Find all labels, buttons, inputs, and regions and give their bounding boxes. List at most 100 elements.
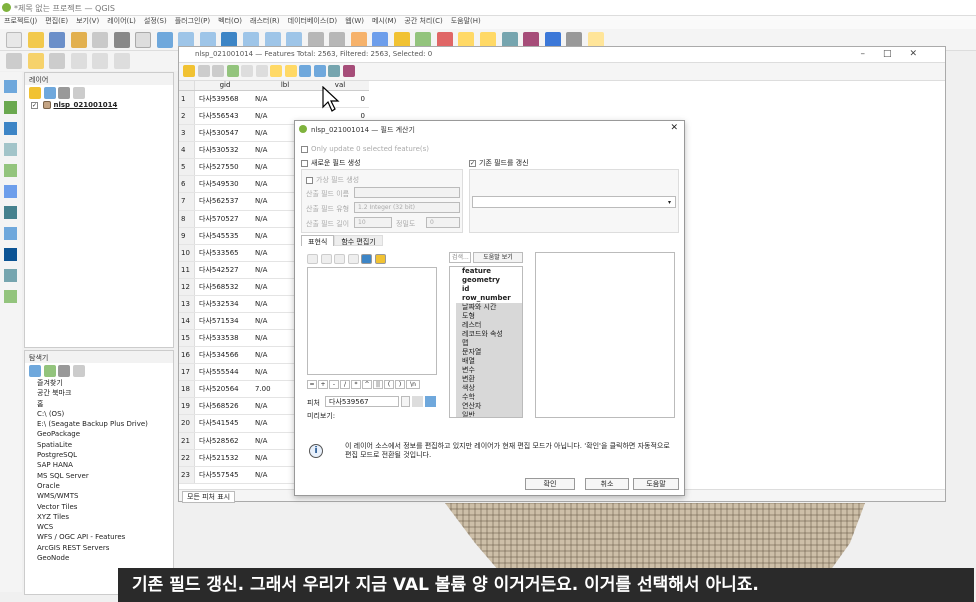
cell-gid[interactable]: 다사539568: [195, 91, 251, 107]
operator-divide-button[interactable]: /: [340, 380, 350, 389]
operator-open-paren-button[interactable]: (: [384, 380, 394, 389]
cell-gid[interactable]: 다사568532: [195, 279, 251, 295]
select-expression-icon[interactable]: [270, 65, 283, 77]
output-name-input[interactable]: [354, 187, 460, 198]
browser-item-arcgis[interactable]: ArcGIS REST Servers: [25, 543, 173, 553]
cell-gid[interactable]: 다사545535: [195, 228, 251, 244]
browser-item-wfs[interactable]: WFS / OGC API - Features: [25, 532, 173, 542]
previous-feature-button[interactable]: [412, 396, 423, 407]
filter-legend-icon[interactable]: [58, 87, 71, 99]
only-update-selected-checkbox[interactable]: [301, 145, 308, 153]
new-layer-icon[interactable]: [4, 290, 17, 303]
column-header[interactable]: gid: [195, 81, 251, 90]
cell-gid[interactable]: 다사520564: [195, 381, 251, 397]
function-group[interactable]: 수학: [456, 393, 522, 402]
row-number[interactable]: 19: [179, 398, 195, 415]
row-number[interactable]: 1: [179, 91, 195, 108]
browser-item-drive-e[interactable]: E:\ (Seagate Backup Plus Drive): [25, 419, 173, 429]
tab-expression[interactable]: 표현식: [301, 235, 335, 246]
close-dialog-button[interactable]: ✕: [670, 123, 678, 133]
pan-to-selection-icon[interactable]: [156, 32, 173, 48]
add-wfs-icon[interactable]: [4, 227, 17, 240]
add-delimited-text-icon[interactable]: [4, 143, 17, 156]
cell-gid[interactable]: 다사532534: [195, 296, 251, 312]
vertex-tool-icon[interactable]: [92, 53, 109, 69]
operator-equals-button[interactable]: =: [307, 380, 317, 389]
cell-gid[interactable]: 다사570527: [195, 211, 251, 227]
function-group[interactable]: 일반: [456, 411, 522, 417]
filter-browser-icon[interactable]: [58, 365, 71, 377]
function-group[interactable]: 변환: [456, 375, 522, 384]
row-number[interactable]: 3: [179, 125, 195, 142]
cell-gid[interactable]: 다사530547: [195, 125, 251, 141]
add-spatialite-icon[interactable]: [4, 164, 17, 177]
cell-gid[interactable]: 다사568526: [195, 398, 251, 414]
print-layout-icon[interactable]: [92, 32, 109, 48]
operator-power-button[interactable]: ^: [362, 380, 372, 389]
browser-item-wcs[interactable]: WCS: [25, 522, 173, 532]
browser-item-home[interactable]: 홈: [25, 399, 173, 409]
row-number[interactable]: 4: [179, 142, 195, 159]
row-number[interactable]: 7: [179, 193, 195, 210]
map-canvas-features[interactable]: [445, 503, 865, 578]
row-number[interactable]: 17: [179, 364, 195, 381]
row-number[interactable]: 21: [179, 432, 195, 449]
layer-visibility-checkbox[interactable]: ✓: [31, 101, 38, 109]
add-feature-icon[interactable]: [70, 53, 87, 69]
virtual-field-checkbox[interactable]: [306, 176, 313, 184]
function-item[interactable]: geometry: [450, 276, 522, 285]
row-number[interactable]: 15: [179, 330, 195, 347]
function-group[interactable]: 연산자: [456, 402, 522, 411]
operator-newline-button[interactable]: \n: [406, 380, 420, 389]
select-all-icon[interactable]: [284, 65, 297, 77]
open-project-icon[interactable]: [27, 32, 44, 48]
operator-plus-button[interactable]: +: [318, 380, 328, 389]
browser-item-xyz-tiles[interactable]: XYZ Tiles: [25, 512, 173, 522]
browser-item-spatialite[interactable]: SpatiaLite: [25, 440, 173, 450]
load-expression-icon[interactable]: [320, 254, 332, 264]
browser-item-favorites[interactable]: 즐겨찾기: [25, 378, 173, 388]
row-number[interactable]: 23: [179, 466, 195, 483]
operator-concat-button[interactable]: ||: [373, 380, 383, 389]
row-number[interactable]: 13: [179, 295, 195, 313]
function-group[interactable]: 레코드와 속성: [456, 330, 522, 339]
browser-item-bookmarks[interactable]: 공간 북마크: [25, 388, 173, 398]
add-xyz-icon[interactable]: [4, 269, 17, 282]
precision-spinbox[interactable]: 0: [426, 217, 460, 228]
add-selected-icon[interactable]: [29, 365, 41, 377]
output-type-select[interactable]: 1.2 Integer (32 bit): [354, 202, 460, 213]
add-wcs-icon[interactable]: [4, 248, 17, 261]
row-number[interactable]: 20: [179, 415, 195, 432]
row-number[interactable]: 22: [179, 449, 195, 466]
function-item[interactable]: id: [450, 285, 522, 294]
clear-expression-icon[interactable]: [307, 254, 318, 264]
row-number[interactable]: 14: [179, 313, 195, 330]
edit-expression-icon[interactable]: [334, 254, 346, 264]
reload-table-icon[interactable]: [226, 65, 239, 77]
row-number[interactable]: 2: [179, 108, 195, 125]
cell-gid[interactable]: 다사533538: [195, 330, 251, 346]
function-list[interactable]: feature geometry id row_number 날짜와 시간 도형 레스터 레코…: [449, 266, 523, 418]
add-wms-icon[interactable]: [4, 206, 17, 219]
menu-item[interactable]: 프로젝트(J): [4, 17, 37, 25]
expression-editor[interactable]: [307, 267, 437, 375]
row-number[interactable]: 16: [179, 347, 195, 364]
pan-hand-icon[interactable]: [135, 32, 152, 48]
cell-gid[interactable]: 다사555544: [195, 364, 251, 380]
feature-select[interactable]: 다사539567: [325, 396, 399, 407]
show-help-button[interactable]: 도움말 보기: [473, 252, 523, 263]
cell-gid[interactable]: 다사557545: [195, 467, 251, 483]
tab-function-editor[interactable]: 함수 편집기: [334, 235, 383, 246]
cell-gid[interactable]: 다사533565: [195, 245, 251, 261]
cell-gid[interactable]: 다사549530: [195, 176, 251, 192]
row-number[interactable]: 8: [179, 210, 195, 227]
filter-select-icon[interactable]: [299, 65, 312, 77]
add-mesh-layer-icon[interactable]: [4, 122, 17, 135]
cell-gid[interactable]: 다사527550: [195, 159, 251, 175]
update-existing-field-checkbox[interactable]: ✓: [469, 159, 476, 167]
delete-expression-icon[interactable]: [347, 254, 359, 264]
show-all-features-button[interactable]: 모든 피처 표시: [182, 491, 236, 503]
function-item[interactable]: feature: [450, 267, 522, 276]
add-vector-layer-icon[interactable]: [4, 80, 17, 93]
browser-item-geonode[interactable]: GeoNode: [25, 553, 173, 563]
